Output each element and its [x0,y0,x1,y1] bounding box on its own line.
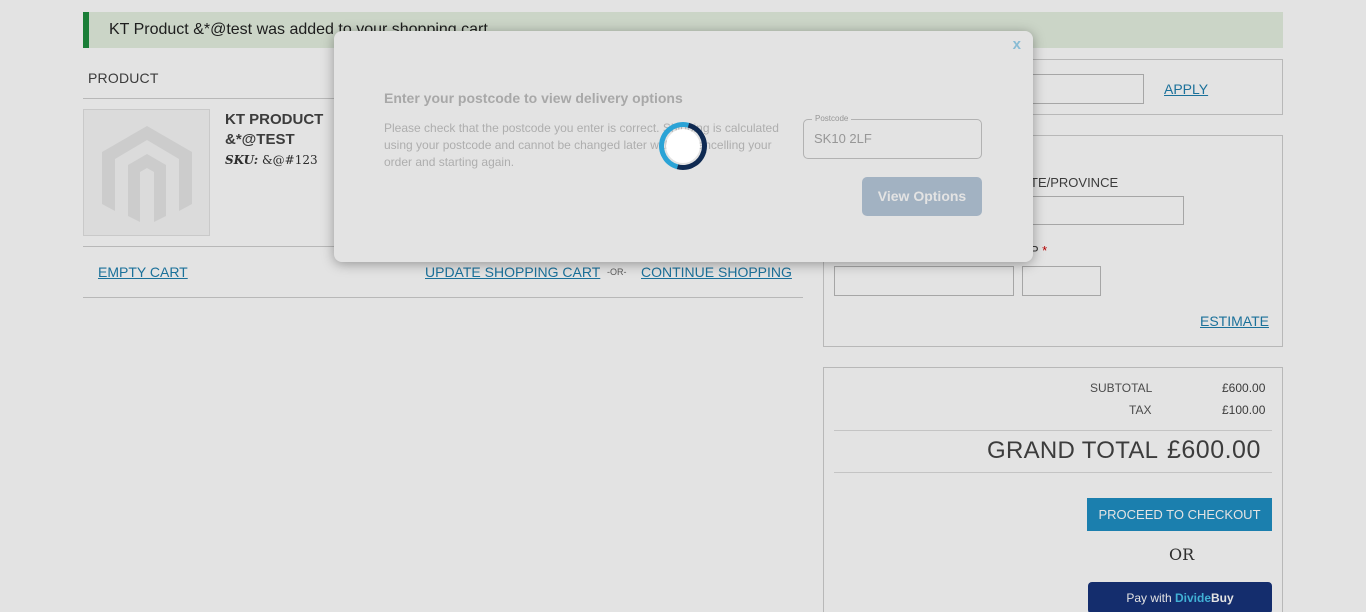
spinner-center [666,129,700,163]
